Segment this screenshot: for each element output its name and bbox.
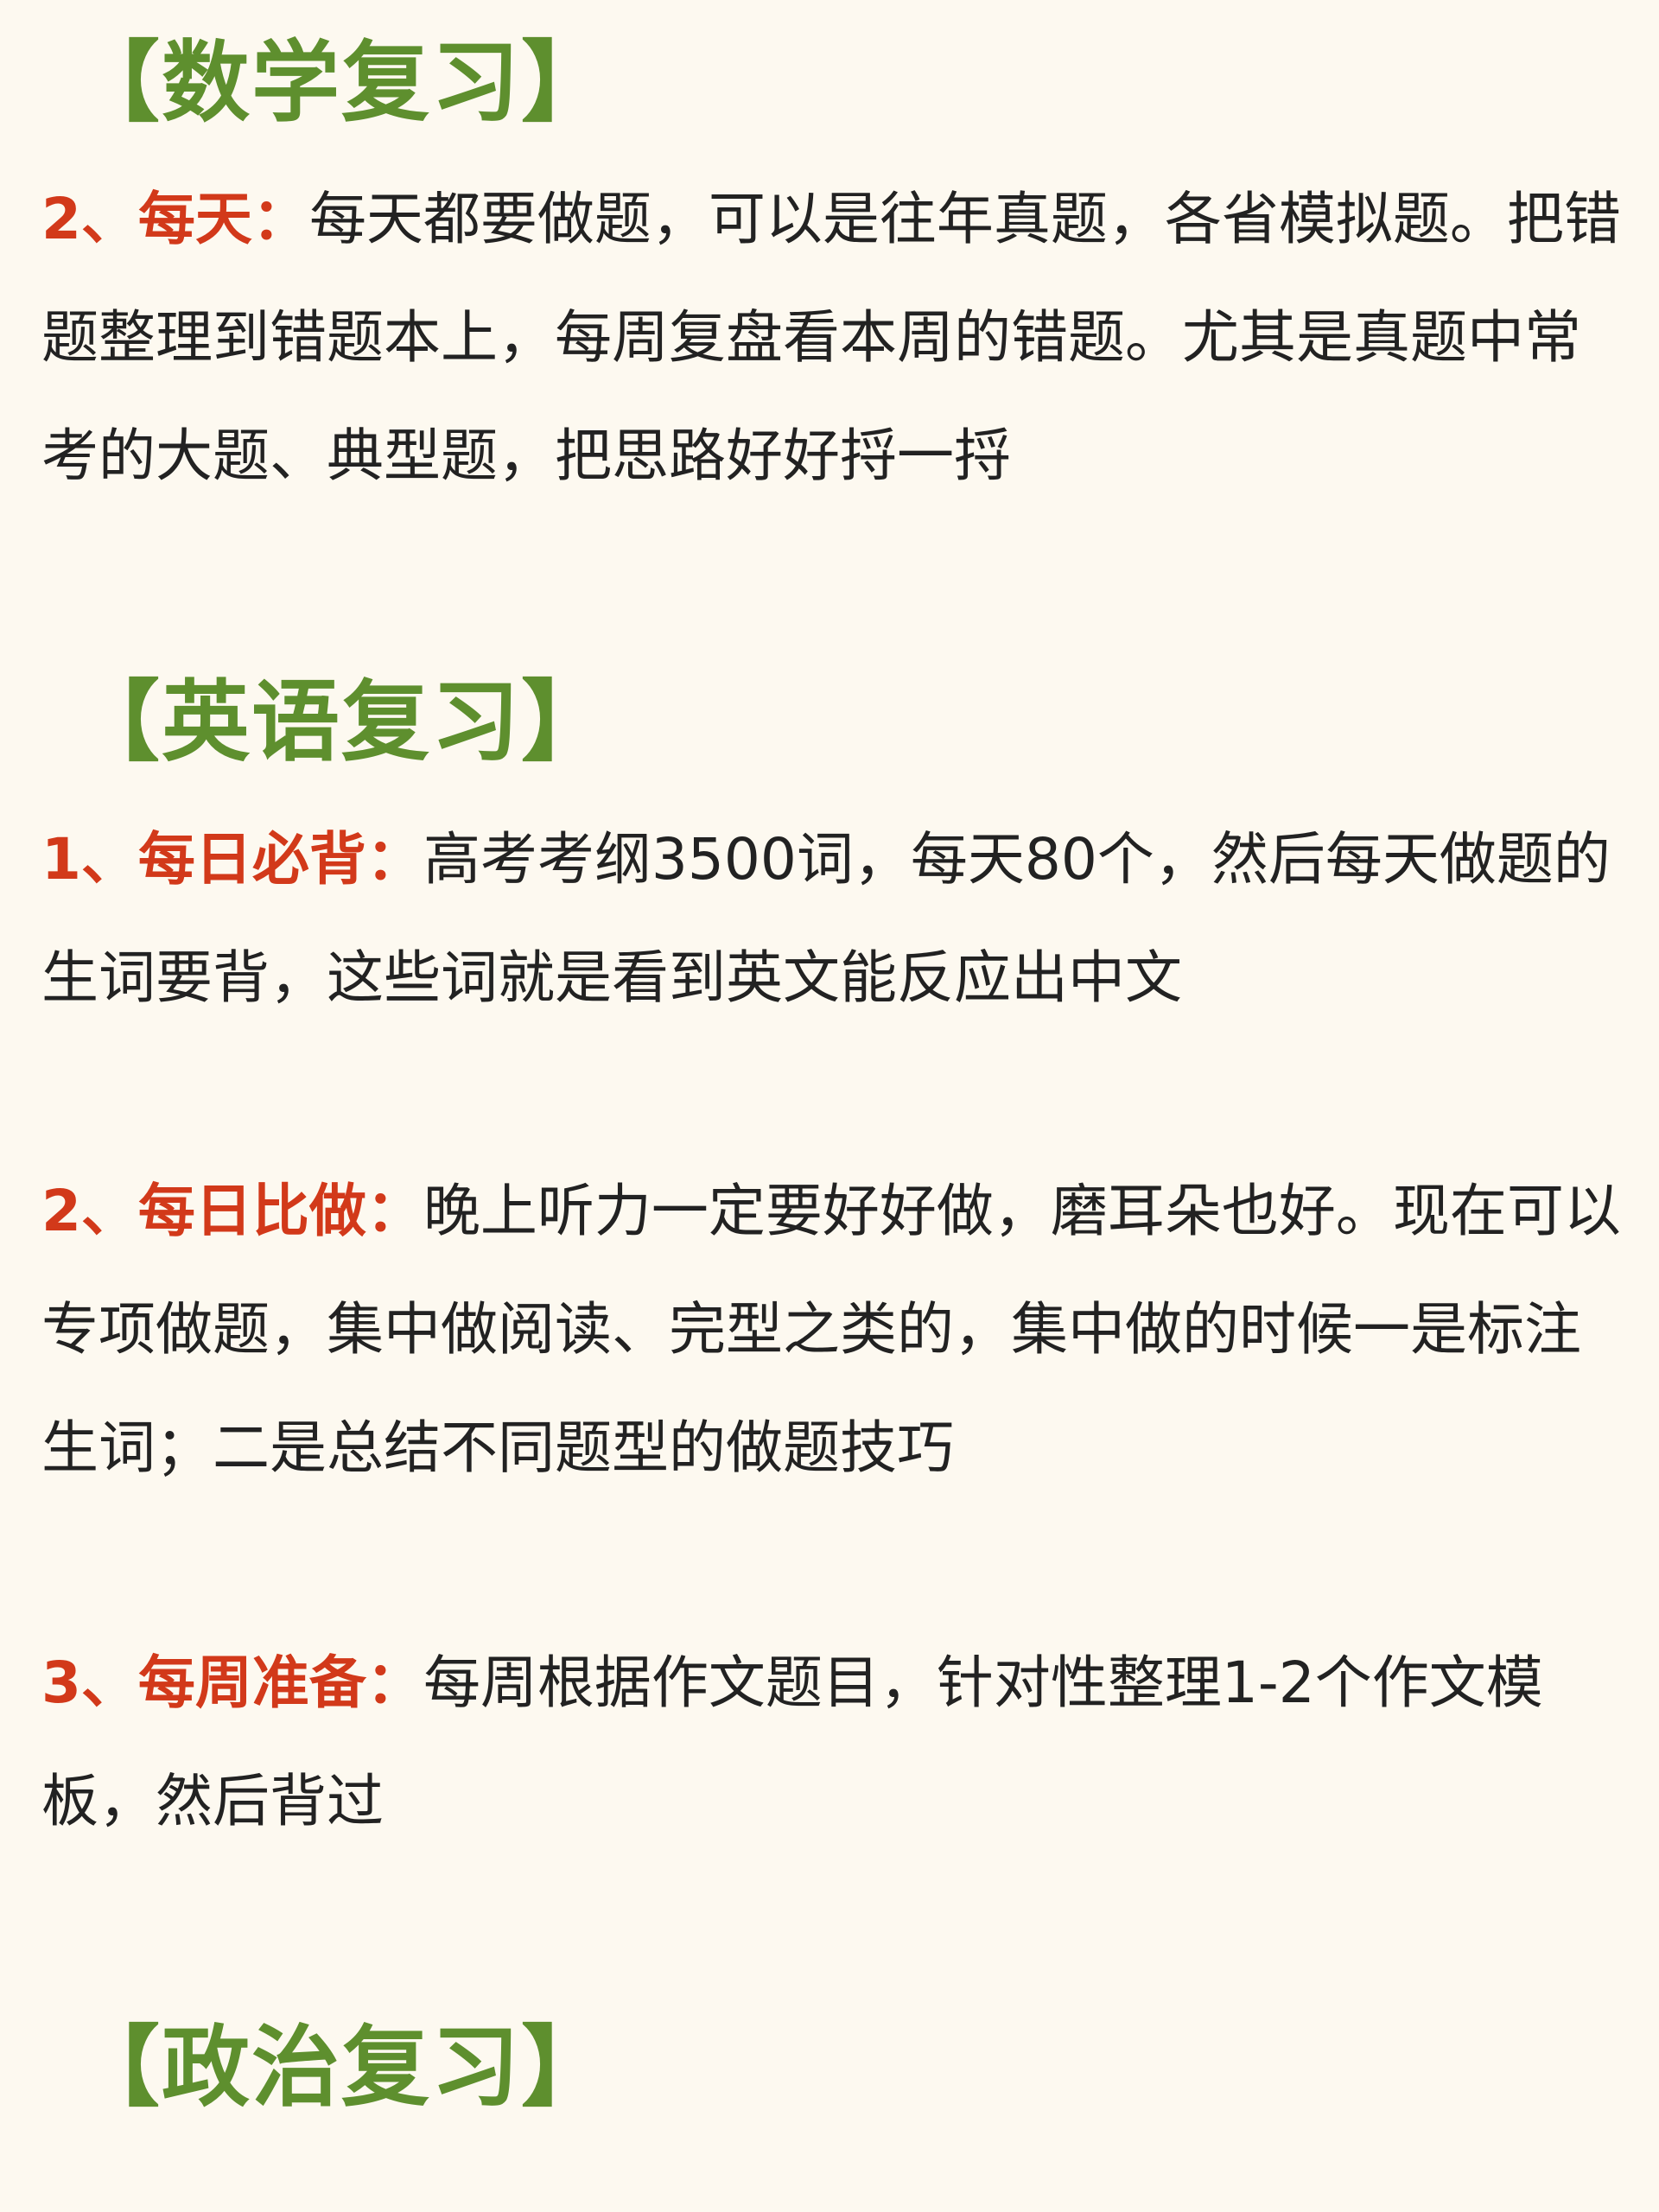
section-heading-math: 【数学复习】 xyxy=(72,32,611,135)
math-item-daily: 2、每天：每天都要做题，可以是往年真题，各省模拟题。把错题整理到错题本上，每周复… xyxy=(41,160,1623,515)
section-heading-english: 【英语复习】 xyxy=(72,671,611,774)
item-label: 1、每日必背： xyxy=(41,826,423,893)
section-heading-politics: 【政治复习】 xyxy=(72,2017,611,2120)
english-item-weekly-prep: 3、每周准备：每周根据作文题目，针对性整理1-2个作文模板，然后背过 xyxy=(41,1624,1623,1860)
english-item-daily-practice: 2、每日比做：晚上听力一定要好好做，磨耳朵也好。现在可以专项做题，集中做阅读、完… xyxy=(41,1152,1623,1507)
item-label: 2、每天： xyxy=(41,186,309,252)
item-label: 2、每日比做： xyxy=(41,1178,423,1244)
page: 【数学复习】 2、每天：每天都要做题，可以是往年真题，各省模拟题。把错题整理到错… xyxy=(0,0,1659,2212)
item-label: 3、每周准备： xyxy=(41,1649,423,1716)
english-item-daily-memorize: 1、每日必背：高考考纲3500词，每天80个，然后每天做题的生词要背，这些词就是… xyxy=(41,800,1623,1037)
